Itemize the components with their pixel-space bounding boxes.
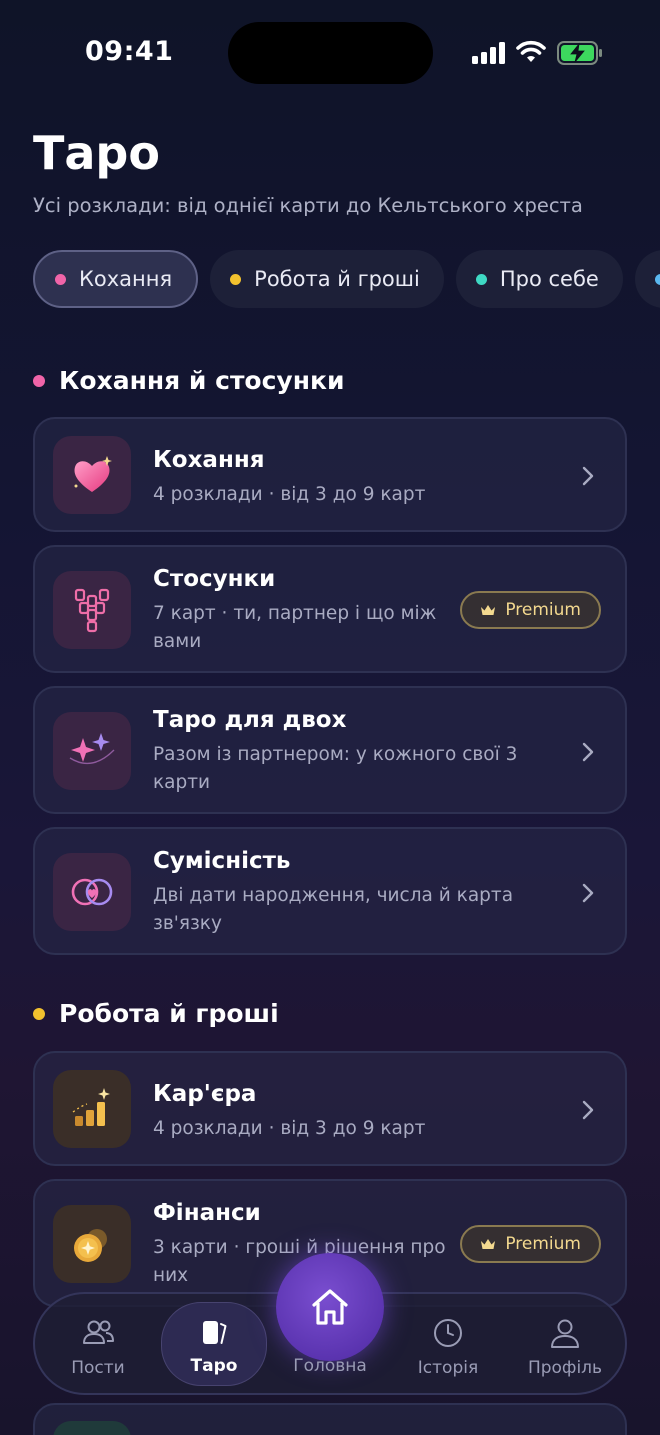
chevron-right-icon bbox=[582, 883, 594, 903]
card-description: 4 розклади · від 3 до 9 карт bbox=[153, 1118, 426, 1139]
filter-chip-love[interactable]: Кохання bbox=[33, 250, 199, 308]
page-title: Таро bbox=[33, 126, 160, 180]
card-icon bbox=[53, 1421, 131, 1435]
cellular-signal-icon bbox=[472, 42, 505, 64]
chip-label: Кохання bbox=[79, 267, 173, 291]
clock-icon bbox=[434, 1319, 462, 1347]
chevron-right-icon bbox=[582, 1100, 594, 1120]
chip-dot-icon bbox=[654, 273, 660, 285]
crown-icon bbox=[481, 605, 496, 615]
status-time: 09:41 bbox=[85, 36, 174, 67]
filter-chip-about-self[interactable]: Про себе bbox=[455, 250, 623, 308]
tab-label: Історія bbox=[417, 1358, 479, 1378]
section-dot-icon bbox=[33, 374, 45, 387]
chip-label: Про себе bbox=[499, 267, 599, 291]
battery-charging-icon bbox=[557, 41, 602, 65]
section-title-work-money: Робота й гроші bbox=[33, 999, 279, 1028]
coin-icon bbox=[53, 1205, 131, 1283]
tab-history[interactable]: Історія bbox=[393, 1294, 503, 1394]
home-button[interactable] bbox=[276, 1253, 384, 1361]
growth-chart-icon bbox=[53, 1070, 131, 1148]
section-dot-icon bbox=[33, 1007, 45, 1020]
chip-dot-icon bbox=[55, 273, 66, 285]
rings-icon bbox=[53, 853, 131, 931]
tab-posts[interactable]: Пости bbox=[43, 1294, 153, 1394]
card-description: Разом із партнером: у кожного свої 3 кар… bbox=[153, 744, 518, 793]
chip-dot-icon bbox=[475, 273, 487, 285]
wifi-icon bbox=[516, 40, 546, 62]
filter-chip-work-money[interactable]: Робота й гроші bbox=[210, 250, 444, 308]
tab-home-label: Головна bbox=[293, 1356, 367, 1376]
filter-chip-more[interactable] bbox=[634, 250, 660, 308]
crown-icon bbox=[481, 1239, 496, 1249]
premium-badge: Premium bbox=[460, 1225, 601, 1263]
chevron-right-icon bbox=[582, 742, 594, 762]
card-title: Таро для двох bbox=[153, 707, 347, 733]
card-title: Стосунки bbox=[153, 566, 276, 592]
spread-card-partial[interactable] bbox=[33, 1403, 627, 1435]
card-title: Кар'єра bbox=[153, 1081, 257, 1107]
card-description: 7 карт · ти, партнер і що між вами bbox=[153, 603, 437, 652]
chip-dot-icon bbox=[230, 273, 242, 285]
spread-card-tarot-for-two[interactable]: Таро для двох Разом із партнером: у кожн… bbox=[33, 686, 627, 814]
card-title: Сумісність bbox=[153, 848, 291, 874]
people-icon bbox=[83, 1320, 114, 1344]
tab-label: Таро bbox=[190, 1356, 238, 1376]
tab-tarot[interactable]: Таро bbox=[161, 1302, 267, 1386]
profile-icon bbox=[551, 1319, 579, 1348]
dynamic-island bbox=[228, 22, 433, 84]
sparkles-icon bbox=[53, 712, 131, 790]
card-title: Фінанси bbox=[153, 1200, 261, 1226]
status-bar: 09:41 bbox=[0, 0, 660, 110]
heart-icon bbox=[53, 436, 131, 514]
card-title: Кохання bbox=[153, 447, 265, 473]
premium-badge: Premium bbox=[460, 591, 601, 629]
card-description: Дві дати народження, числа й карта зв'яз… bbox=[153, 885, 514, 934]
home-icon bbox=[312, 1289, 348, 1325]
card-spread-icon bbox=[53, 571, 131, 649]
card-description: 4 розклади · від 3 до 9 карт bbox=[153, 484, 426, 505]
tab-label: Профіль bbox=[527, 1358, 603, 1378]
category-filter-chips: Кохання Робота й гроші Про себе bbox=[33, 250, 660, 308]
cards-icon bbox=[203, 1321, 227, 1344]
spread-card-relationships[interactable]: Стосунки 7 карт · ти, партнер і що між в… bbox=[33, 545, 627, 673]
page-subtitle: Усі розклади: від однієї карти до Кельтс… bbox=[33, 194, 583, 217]
tab-label: Пости bbox=[71, 1358, 125, 1378]
spread-card-career[interactable]: Кар'єра 4 розклади · від 3 до 9 карт bbox=[33, 1051, 627, 1166]
chip-label: Робота й гроші bbox=[254, 267, 420, 291]
section-title-love: Кохання й стосунки bbox=[33, 366, 345, 395]
spread-card-compatibility[interactable]: Сумісність Дві дати народження, числа й … bbox=[33, 827, 627, 955]
tab-profile[interactable]: Профіль bbox=[510, 1294, 620, 1394]
chevron-right-icon bbox=[582, 466, 594, 486]
spread-card-love[interactable]: Кохання 4 розклади · від 3 до 9 карт bbox=[33, 417, 627, 532]
